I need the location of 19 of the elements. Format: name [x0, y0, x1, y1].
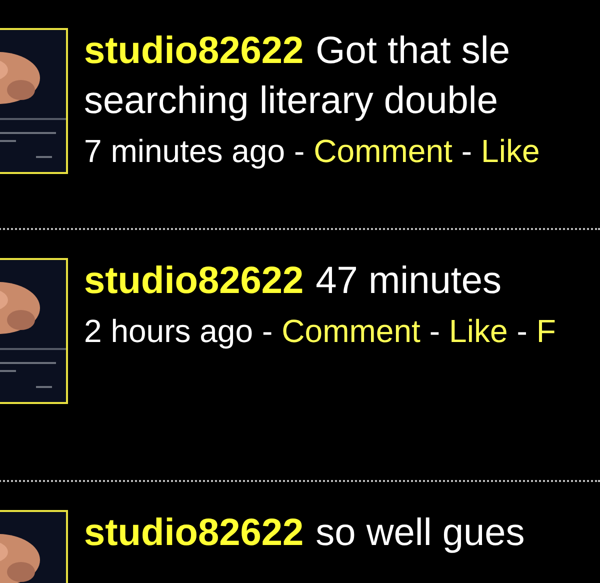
timestamp: 7 minutes ago	[84, 132, 286, 171]
comment-link[interactable]: Comment	[282, 306, 420, 356]
post-text: Got that sle	[316, 29, 510, 74]
separator: -	[294, 132, 305, 171]
separator: -	[262, 312, 273, 351]
action-link[interactable]: Like	[481, 126, 540, 176]
timestamp: 2 hours ago	[84, 312, 254, 351]
separator: -	[516, 312, 528, 351]
action-link[interactable]: F	[536, 306, 556, 356]
post-text: searching literary double	[84, 79, 498, 124]
separator: -	[429, 312, 440, 351]
separator: -	[461, 132, 472, 171]
username-link[interactable]: studio82622	[84, 508, 304, 558]
username-link[interactable]: studio82622	[84, 26, 304, 76]
action-link[interactable]: Like	[449, 306, 508, 356]
post-text: so well gues	[316, 511, 525, 556]
comment-link[interactable]: Comment	[314, 126, 452, 176]
username-link[interactable]: studio82622	[84, 256, 304, 306]
post-text: 47 minutes	[316, 259, 502, 304]
